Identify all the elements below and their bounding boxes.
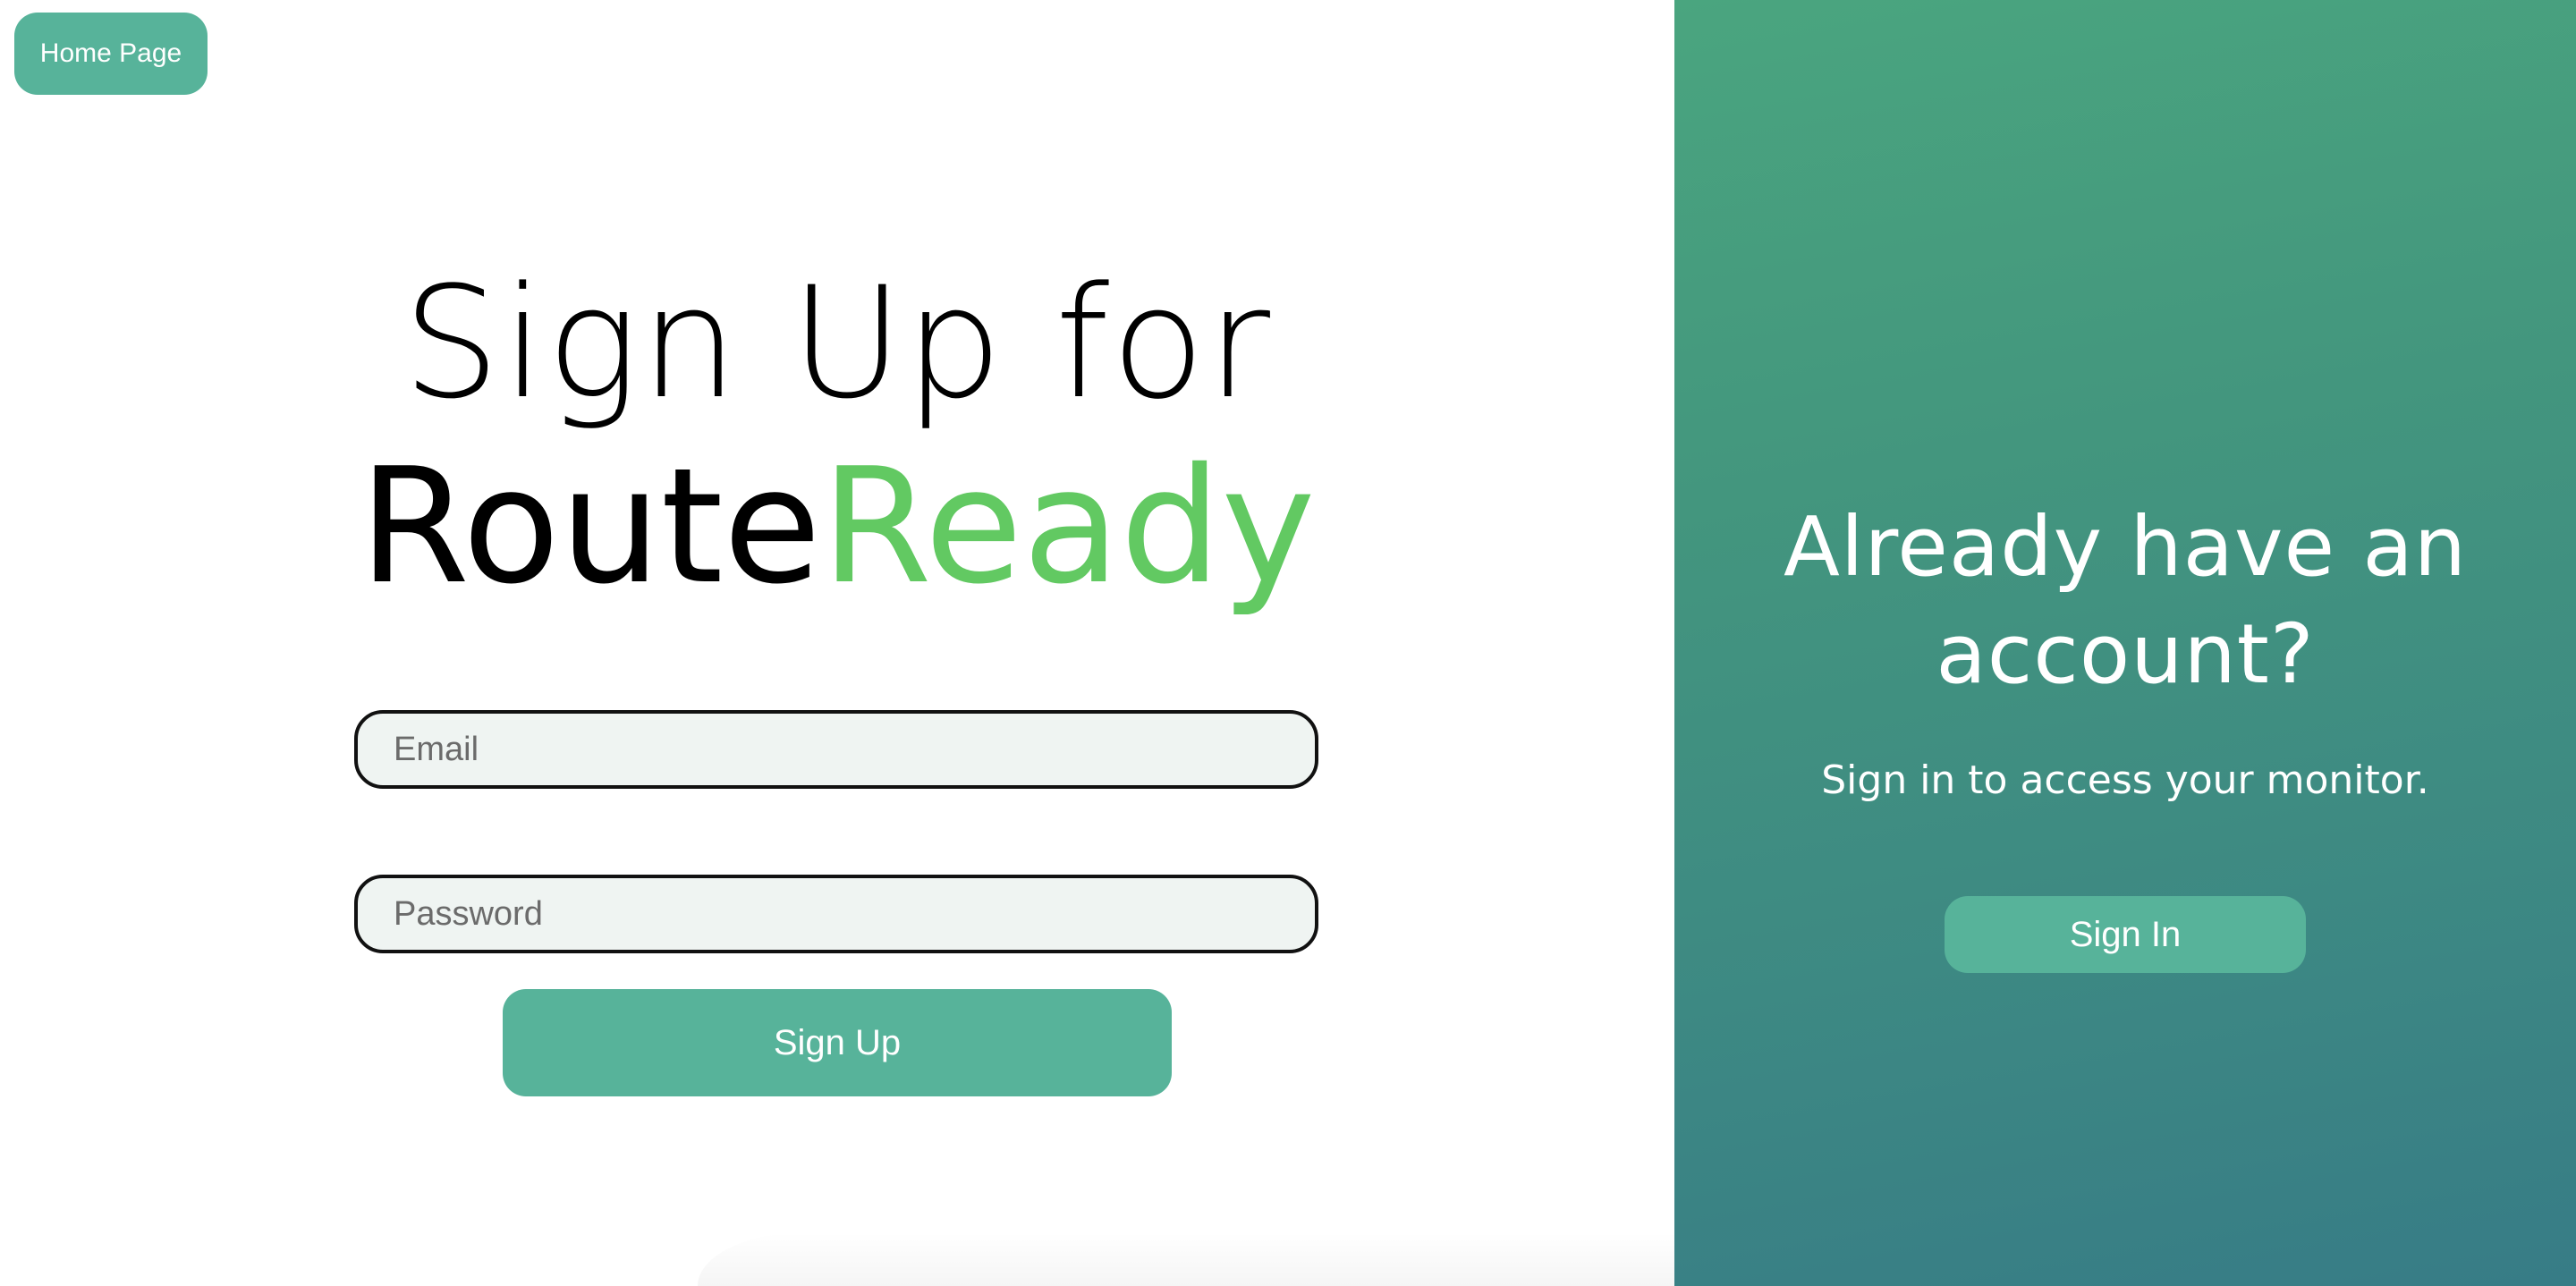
signin-panel-subtitle: Sign in to access your monitor. — [1821, 757, 2429, 803]
brand-name: RouteReady — [0, 431, 1674, 622]
brand-name-ready: Ready — [821, 434, 1316, 619]
signin-panel-title: Already have an account? — [1783, 499, 2468, 702]
signup-title: Sign Up for RouteReady — [0, 256, 1674, 622]
bottom-shadow — [698, 1232, 1674, 1286]
page: Home Page Sign Up for RouteReady Sign Up… — [0, 0, 2576, 1286]
brand-name-route: Route — [359, 434, 822, 619]
sign-up-button[interactable]: Sign Up — [503, 989, 1172, 1096]
email-field[interactable] — [354, 710, 1318, 789]
home-page-button[interactable]: Home Page — [14, 13, 208, 95]
signin-panel: Already have an account? Sign in to acce… — [1674, 0, 2576, 1286]
sign-in-button[interactable]: Sign In — [1945, 896, 2306, 973]
signup-panel: Home Page Sign Up for RouteReady Sign Up — [0, 0, 1674, 1286]
signup-title-line1: Sign Up for — [402, 253, 1273, 433]
password-field[interactable] — [354, 875, 1318, 953]
